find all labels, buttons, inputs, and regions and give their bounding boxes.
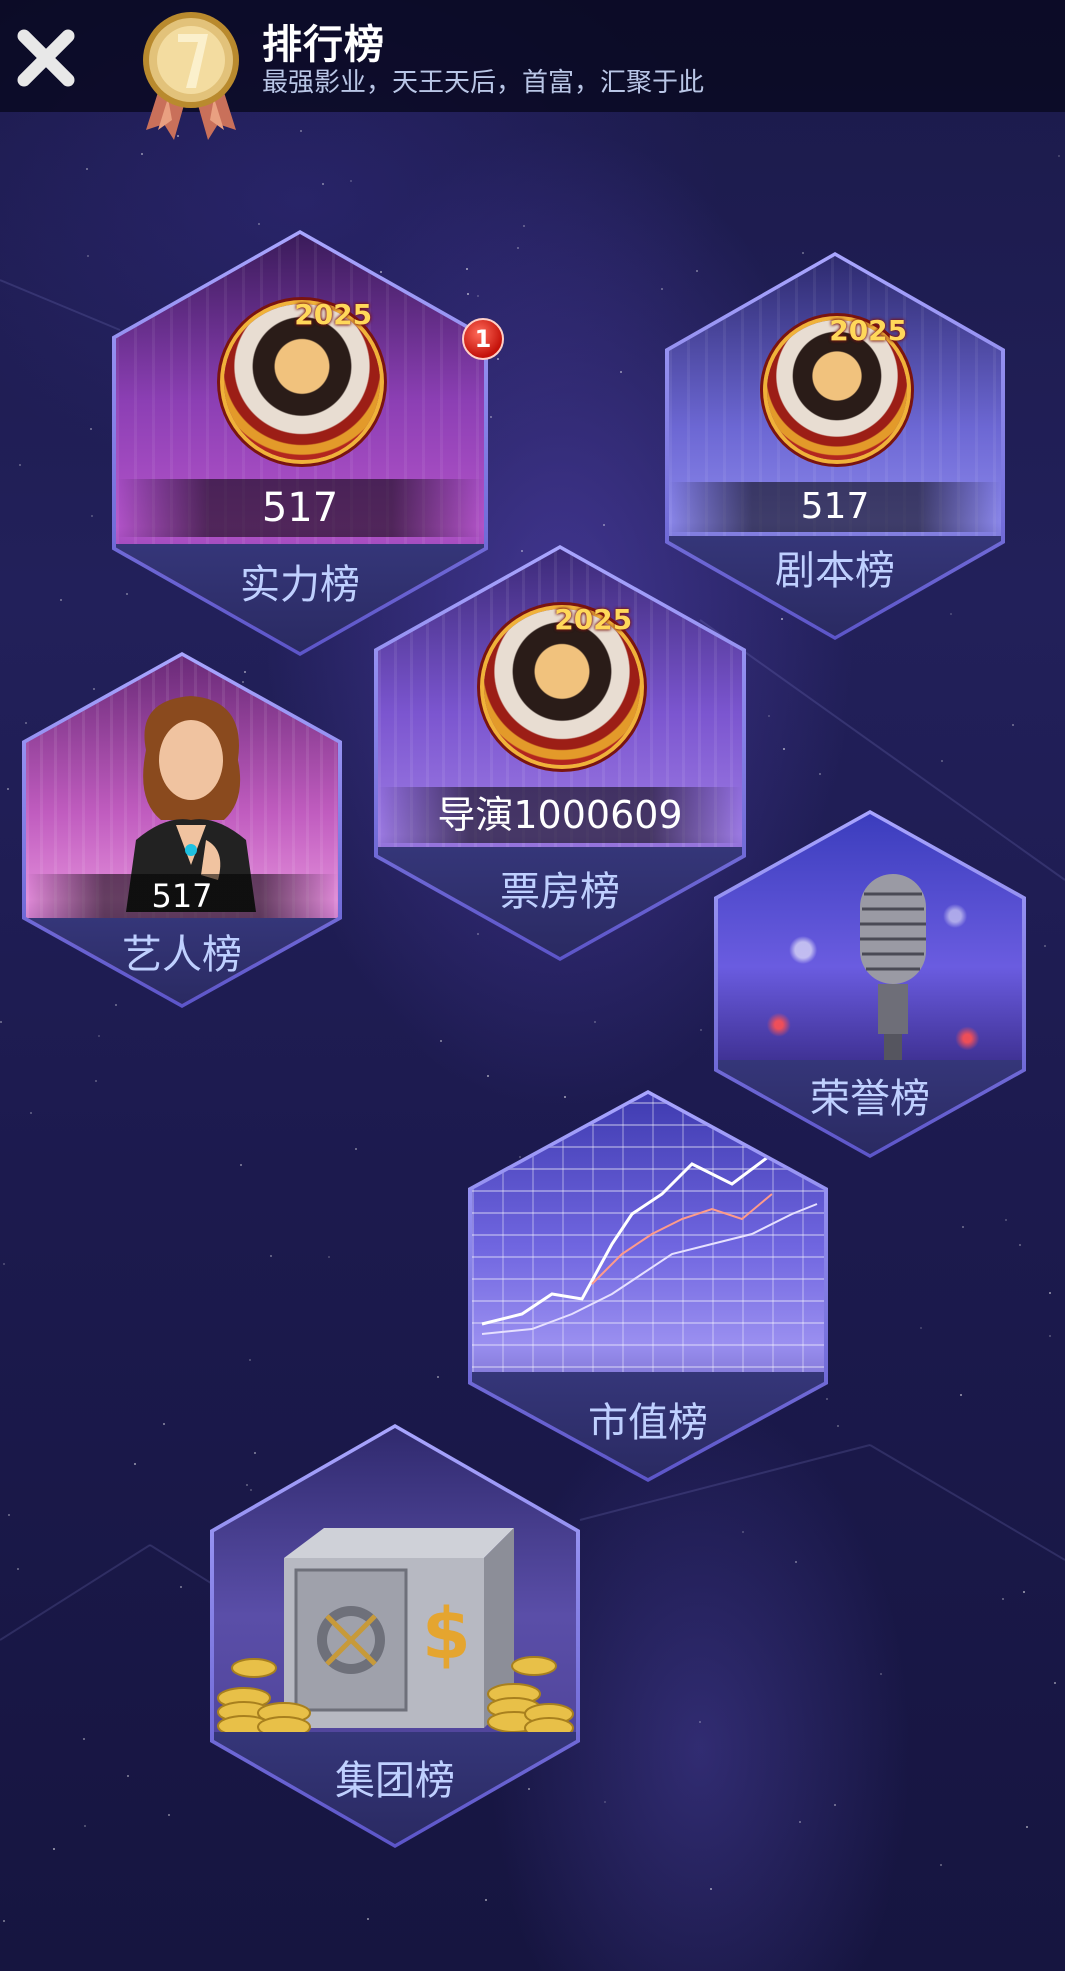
artist-ranking-label: 艺人榜	[122, 932, 242, 978]
avatar-year-label: 2025	[829, 314, 908, 347]
tile-artist-ranking[interactable]: 517 艺人榜	[22, 652, 342, 1008]
top-header-bar: 排行榜 最强影业，天王天后，首富，汇聚于此	[0, 0, 1065, 140]
safe-and-gold-coins-icon: $	[217, 1528, 574, 1739]
avatar: 2025	[484, 603, 640, 765]
avatar-year-label: 2025	[554, 603, 633, 636]
close-icon	[17, 29, 75, 87]
avatar: 2025	[224, 298, 380, 460]
close-button[interactable]	[10, 22, 82, 94]
avatar-year-label: 2025	[294, 298, 373, 331]
notification-badge: 1	[462, 318, 504, 360]
microphone-icon	[860, 874, 926, 1064]
avatar: 2025	[767, 314, 907, 460]
strength-value: 517	[116, 479, 484, 537]
tile-group-ranking[interactable]: $ 集团榜	[210, 1424, 580, 1848]
medal-icon	[138, 8, 244, 140]
group-ranking-label: 集团榜	[335, 1758, 455, 1804]
page-subtitle: 最强影业，天王天后，首富，汇聚于此	[262, 68, 705, 98]
script-value: 517	[669, 482, 1001, 532]
tile-boxoffice-ranking[interactable]: 2025 导演1000609 票房榜	[374, 545, 746, 961]
boxoffice-value: 导演1000609	[378, 787, 742, 843]
artist-value: 517	[26, 874, 338, 918]
svg-text:$: $	[422, 1593, 471, 1675]
